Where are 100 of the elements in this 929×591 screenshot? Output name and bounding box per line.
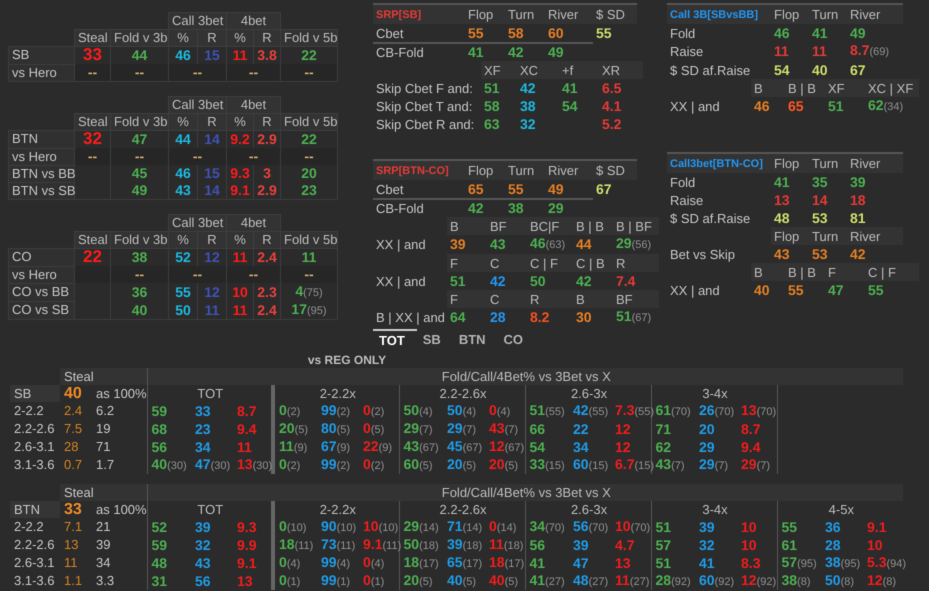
tab[interactable]: TOT bbox=[373, 329, 417, 351]
stat-value: 30 bbox=[576, 309, 592, 325]
stat-value: 48 bbox=[774, 210, 790, 226]
row-label: Bet vs Skip bbox=[667, 245, 771, 263]
stat-value: 60(15) bbox=[573, 456, 608, 472]
row-label: 3.1-3.6 bbox=[13, 456, 56, 474]
stat-value: 47(30) bbox=[195, 456, 230, 472]
stat-value: 23 bbox=[301, 182, 317, 198]
column-header: C bbox=[487, 254, 527, 272]
column-header: 3-4x bbox=[702, 386, 728, 400]
stat-value: 90(10) bbox=[321, 518, 356, 534]
stat-value: 9.2 bbox=[230, 131, 250, 147]
stat-value: 64 bbox=[450, 309, 466, 325]
tab[interactable]: BTN bbox=[452, 329, 498, 351]
stat-value: 2.4 bbox=[257, 302, 277, 318]
stat-value: 42 bbox=[490, 272, 506, 288]
column-header: River bbox=[847, 153, 903, 173]
stat-value: 11 bbox=[204, 302, 220, 318]
row-label: Raise bbox=[669, 192, 704, 209]
stat-value: 52 bbox=[175, 249, 191, 265]
stat-value: 8.7 bbox=[741, 420, 760, 436]
stat-value: 2.4 bbox=[257, 249, 277, 265]
stat-value: 7.3(55) bbox=[615, 402, 654, 418]
stat-value: 39 bbox=[850, 174, 866, 190]
column-header: Flop bbox=[771, 4, 809, 24]
stat-value: 54 bbox=[774, 62, 790, 78]
stat-value: 11 bbox=[232, 302, 248, 318]
tab[interactable]: CO bbox=[498, 329, 536, 351]
column-header: 2.6-3x bbox=[570, 386, 608, 400]
stat-value: -- bbox=[248, 148, 258, 164]
stat-value: 10(70) bbox=[615, 518, 650, 534]
row-label: CO bbox=[8, 248, 74, 266]
stat-value: 20(5) bbox=[447, 456, 476, 472]
stat-value: 26(70) bbox=[699, 402, 734, 418]
table-cell-text: 7.5 bbox=[63, 420, 84, 438]
stat-value: 8.7(69) bbox=[850, 42, 890, 58]
column-header: Flop bbox=[465, 160, 505, 180]
stat-value: 99(1) bbox=[321, 572, 350, 588]
stat-value: 0(4) bbox=[363, 554, 384, 570]
column-header: Flop bbox=[771, 153, 809, 173]
stat-value: 4.7 bbox=[615, 536, 634, 552]
stat-value: 41 bbox=[774, 174, 790, 190]
stat-value: 39 bbox=[573, 536, 589, 552]
stat-value: 42(55) bbox=[573, 402, 608, 418]
stat-value: 51(67) bbox=[616, 308, 652, 324]
stat-value: 41 bbox=[468, 44, 484, 60]
stat-value: 11(27) bbox=[615, 572, 650, 588]
column-header: % bbox=[168, 114, 198, 130]
stat-value: 59 bbox=[152, 402, 168, 418]
stat-value: 67(9) bbox=[321, 438, 350, 454]
stat-value: 11(18) bbox=[489, 536, 524, 552]
stat-value: 23 bbox=[195, 420, 211, 436]
stat-value: 67 bbox=[850, 62, 866, 78]
table-cell-text: 11 bbox=[63, 554, 78, 572]
row-label: XX | and bbox=[373, 272, 447, 290]
stat-value: 68 bbox=[152, 420, 168, 436]
column-header: % bbox=[226, 30, 254, 46]
stat-value: 8.2 bbox=[530, 309, 550, 325]
stat-value: 49 bbox=[548, 44, 564, 60]
tab[interactable]: SB bbox=[416, 329, 453, 351]
stat-value: 38(8) bbox=[782, 572, 811, 588]
row-label: vs Hero bbox=[8, 64, 74, 82]
stat-value: 71(14) bbox=[447, 518, 482, 534]
column-header: Turn bbox=[809, 4, 847, 24]
stat-value: 31 bbox=[152, 572, 168, 588]
stat-value: 50(4) bbox=[447, 402, 476, 418]
panel-title: Call3bet[BTN-CO] bbox=[670, 158, 763, 170]
stat-value: -- bbox=[192, 266, 202, 282]
stat-value: 42 bbox=[850, 246, 866, 262]
stat-value: 11 bbox=[237, 438, 252, 454]
stat-value: 9.1 bbox=[230, 182, 250, 198]
column-header: XC | XF bbox=[865, 79, 919, 97]
stat-value: 58 bbox=[508, 24, 524, 40]
stat-value: 42 bbox=[576, 272, 592, 288]
stat-value: 56 bbox=[195, 572, 211, 588]
stat-value: 2.9 bbox=[257, 131, 277, 147]
column-header: XF bbox=[481, 61, 517, 79]
stat-value: 14 bbox=[812, 192, 828, 208]
stat-value: 50(8) bbox=[825, 572, 854, 588]
stat-value: 0(4) bbox=[279, 554, 300, 570]
section-header: Fold/Call/4Bet% vs 3Bet vs X bbox=[442, 484, 611, 500]
stat-value: 0(2) bbox=[363, 402, 384, 418]
stat-value: -- bbox=[134, 266, 144, 282]
column-header: River bbox=[847, 4, 903, 24]
stat-value: 62(34) bbox=[868, 97, 904, 113]
stat-value: 39(18) bbox=[447, 536, 482, 552]
column-header: B bbox=[447, 217, 487, 235]
stat-value: 35 bbox=[812, 174, 828, 190]
stat-value: 45 bbox=[132, 165, 148, 181]
stat-value: 32 bbox=[699, 536, 715, 552]
stat-value: 9.1 bbox=[237, 554, 256, 570]
stat-value: 2.3 bbox=[257, 284, 277, 300]
stat-value: 11 bbox=[812, 43, 827, 59]
stat-value: 10 bbox=[232, 284, 248, 300]
row-label: XX | and bbox=[373, 235, 447, 254]
column-header: 2.2-2.6x bbox=[440, 386, 486, 400]
stat-value: 11 bbox=[232, 47, 248, 63]
column-header: F bbox=[825, 263, 865, 281]
stat-value: 29(7) bbox=[741, 456, 770, 472]
stat-value: 22 bbox=[573, 420, 589, 436]
